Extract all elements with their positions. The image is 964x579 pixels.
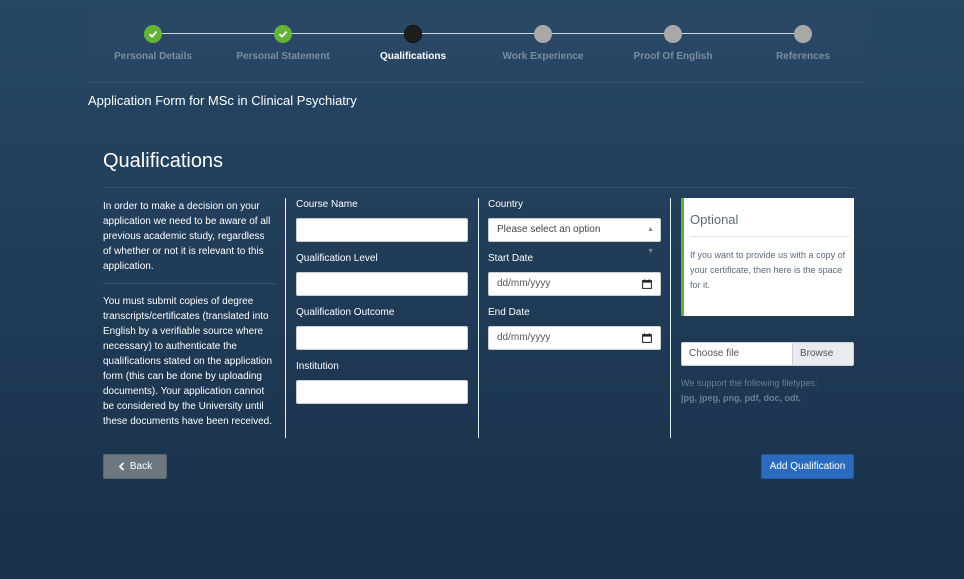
qualification-outcome-label: Qualification Outcome [296,307,395,318]
course-name-label: Course Name [296,199,358,210]
country-select[interactable]: Please select an option ▲ ▼ [488,218,661,255]
intro-paragraph-1: In order to make a decision on your appl… [103,201,271,272]
page-title: Qualifications [103,150,224,172]
back-button[interactable]: Back [103,454,167,479]
pending-step-dot [794,25,812,43]
step-personal-details[interactable]: Personal Details [88,25,218,62]
column-divider [478,198,479,438]
column-divider [285,198,286,438]
step-label: Personal Statement [236,51,330,62]
step-qualifications[interactable]: Qualifications [348,25,478,62]
calendar-icon[interactable] [642,333,652,343]
end-date-input[interactable]: dd/mm/yyyy [488,326,661,350]
step-proof-of-english[interactable]: Proof Of English [608,25,738,62]
supported-filetypes-list: jpg, jpeg, png, pdf, doc, odt. [681,393,801,403]
back-button-label: Back [129,461,153,472]
pending-step-dot [664,25,682,43]
certificate-file-input[interactable]: Choose file Browse [681,342,854,366]
column-divider [670,198,671,438]
supported-filetypes-intro: We support the following filetypes: [681,378,818,388]
application-title: Application Form for MSc in Clinical Psy… [88,93,357,108]
pending-step-dot [534,25,552,43]
start-date-label: Start Date [488,253,534,264]
add-qualification-button[interactable]: Add Qualification [761,454,854,479]
file-input-label: Choose file [689,348,740,359]
start-date-input[interactable]: dd/mm/yyyy [488,272,661,296]
step-label: Personal Details [114,51,192,62]
course-name-input[interactable] [296,218,468,242]
country-selected-value: Please select an option [497,224,601,235]
chevron-left-icon [118,462,125,471]
end-date-label: End Date [488,307,530,318]
browse-button[interactable]: Browse [792,343,853,365]
institution-input[interactable] [296,380,468,404]
title-divider [103,187,854,188]
qualification-level-label: Qualification Level [296,253,378,264]
optional-title: Optional [690,212,739,227]
optional-divider [690,236,850,237]
step-label: Work Experience [502,51,584,62]
step-personal-statement[interactable]: Personal Statement [218,25,348,62]
current-step-dot [404,25,422,43]
check-icon [274,25,292,43]
optional-text: If you want to provide us with a copy of… [690,250,846,290]
end-date-placeholder: dd/mm/yyyy [497,332,551,343]
dropdown-arrow-icon: ▲ ▼ [647,226,654,255]
progress-stepper: Personal Details Personal Statement Qual… [88,12,866,83]
institution-label: Institution [296,361,339,372]
qualification-level-input[interactable] [296,272,468,296]
check-icon [144,25,162,43]
step-references[interactable]: References [738,25,868,62]
start-date-placeholder: dd/mm/yyyy [497,278,551,289]
intro-divider [103,283,275,284]
intro-paragraph-2: You must submit copies of degree transcr… [103,296,273,427]
country-label: Country [488,199,524,210]
step-label: Qualifications [379,51,447,62]
step-label: References [776,51,830,62]
step-work-experience[interactable]: Work Experience [478,25,608,62]
calendar-icon[interactable] [642,279,652,289]
qualification-outcome-input[interactable] [296,326,468,350]
supported-filetypes: We support the following filetypes: jpg,… [681,376,856,406]
step-label: Proof Of English [633,51,713,62]
optional-info-panel: Optional If you want to provide us with … [681,198,854,316]
